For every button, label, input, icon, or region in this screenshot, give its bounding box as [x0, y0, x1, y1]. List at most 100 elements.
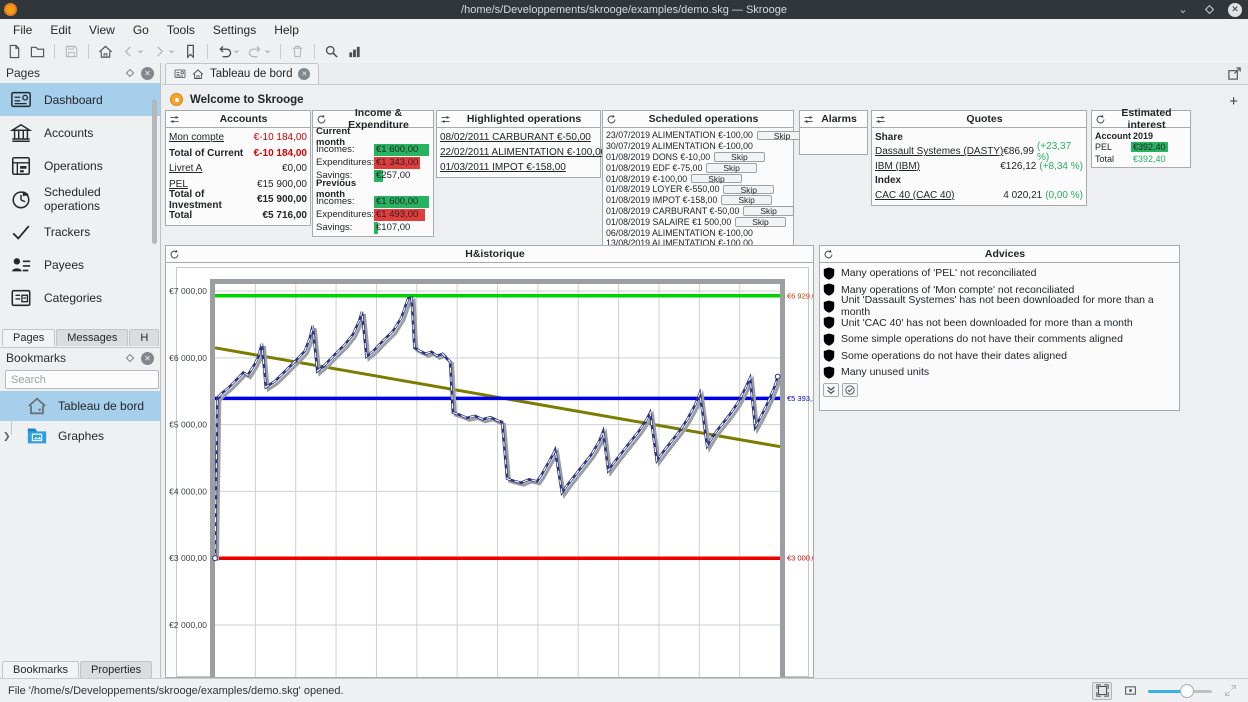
advice-item[interactable]: Unit 'CAC 40' has not been downloaded fo… [823, 315, 1176, 332]
menu-item[interactable]: Help [265, 21, 308, 39]
scheduled-text: 30/07/2019 ALIMENTATION €-100,00 [606, 141, 753, 151]
account-link[interactable]: Total of Current [169, 148, 254, 159]
sidebar-page-item[interactable]: Payees [0, 248, 160, 281]
delete-button[interactable] [287, 42, 308, 62]
home-button[interactable] [95, 42, 116, 62]
float-panel-icon[interactable] [123, 352, 136, 365]
refresh-icon[interactable] [1095, 114, 1106, 125]
skip-button[interactable]: Skip [691, 174, 742, 184]
close-panel-icon[interactable]: ✕ [141, 67, 154, 80]
bookmark-label: Tableau de bord [58, 399, 144, 413]
bookmark-item-tableau[interactable]: Tableau de bord [0, 391, 160, 421]
quote-change: (+8,34 %) [1039, 161, 1083, 172]
show-more-advices-button[interactable] [823, 383, 839, 397]
account-link[interactable]: Total [169, 210, 263, 221]
account-link[interactable]: Total of Investment [169, 189, 257, 211]
tab-tableau-de-bord[interactable]: Tableau de bord ✕ [165, 63, 319, 84]
quote-link[interactable]: IBM (IBM) [875, 161, 1000, 172]
configure-sliders-icon[interactable] [440, 114, 451, 125]
widget-title: Accounts [180, 113, 307, 125]
skip-button[interactable]: Skip [735, 217, 786, 227]
account-row: Livret A €0,00 [169, 161, 307, 177]
menu-item[interactable]: Settings [204, 21, 265, 39]
sidebar-page-item[interactable]: Dashboard [0, 83, 160, 116]
operation-link[interactable]: 08/02/2011 CARBURANT €-50,00 [440, 130, 597, 145]
menu-item[interactable]: Edit [41, 21, 80, 39]
configure-sliders-icon[interactable] [803, 114, 814, 125]
skip-button[interactable]: Skip [706, 163, 757, 173]
configure-sliders-icon[interactable] [169, 114, 180, 125]
skip-button[interactable]: Skip [743, 206, 794, 216]
quote-link[interactable]: CAC 40 (CAC 40) [875, 190, 1003, 201]
redo-button[interactable] [245, 42, 274, 62]
advice-item[interactable]: Some operations do not have their dates … [823, 348, 1176, 365]
float-panel-icon[interactable] [123, 67, 136, 80]
zoom-expand-button[interactable] [1220, 682, 1240, 700]
back-button[interactable] [118, 42, 147, 62]
configure-sliders-icon[interactable] [875, 114, 886, 125]
skip-button[interactable]: Skip [714, 152, 765, 162]
menu-item[interactable]: Tools [158, 21, 204, 39]
menu-item[interactable]: View [80, 21, 124, 39]
advices-list: Many operations of 'PEL' not reconciliat… [823, 265, 1176, 381]
operation-link[interactable]: 22/02/2011 ALIMENTATION €-100,00 [440, 145, 597, 160]
zoom-original-button[interactable] [1120, 682, 1140, 700]
close-button[interactable]: ✕ [1228, 3, 1242, 17]
detach-tab-icon[interactable] [1227, 66, 1242, 81]
page-label: Accounts [44, 126, 93, 140]
zoom-fit-button[interactable] [1092, 682, 1112, 700]
refresh-icon[interactable] [606, 114, 617, 125]
sidebar-page-item[interactable]: Categories [0, 281, 160, 314]
refresh-icon[interactable] [169, 249, 180, 260]
skip-button[interactable]: Skip [723, 185, 774, 195]
quote-link[interactable]: Dassault Systemes (DASTY) [875, 146, 1003, 157]
advice-item[interactable]: Unit 'Dassault Systemes' has not been do… [823, 298, 1176, 315]
tab-bookmarks[interactable]: Bookmarks [2, 661, 79, 678]
zoom-slider[interactable] [1148, 682, 1212, 700]
menu-item[interactable]: Go [124, 21, 158, 39]
close-panel-icon[interactable]: ✕ [141, 352, 154, 365]
forward-button[interactable] [149, 42, 178, 62]
quote-link[interactable]: Index [875, 175, 1080, 186]
open-file-button[interactable] [27, 42, 48, 62]
skip-button[interactable]: Skip [721, 195, 772, 205]
sidebar-page-item[interactable]: Scheduled operations [0, 182, 160, 215]
minimize-button[interactable]: ⌄ [1176, 3, 1190, 17]
operation-link[interactable]: 01/03/2011 IMPOT €-158,00 [440, 160, 597, 175]
undo-button[interactable] [214, 42, 243, 62]
menu-item[interactable]: File [4, 21, 41, 39]
scheduled-text: 23/07/2019 ALIMENTATION €-100,00 [606, 130, 753, 140]
svg-text:€2 000,00: €2 000,00 [169, 620, 207, 630]
expander-icon[interactable]: ❯ [3, 431, 11, 442]
refresh-icon[interactable] [316, 114, 327, 125]
refresh-icon[interactable] [823, 249, 834, 260]
sidebar-page-item[interactable]: Accounts [0, 116, 160, 149]
search-button[interactable] [321, 42, 342, 62]
tab-pages[interactable]: Pages [2, 329, 55, 346]
apply-advice-button[interactable] [842, 383, 858, 397]
scheduled-row: 01/08/2019 IMPOT €-158,00 Skip [606, 195, 790, 206]
tab-properties[interactable]: Properties [80, 661, 152, 678]
slider-handle[interactable] [1180, 684, 1194, 698]
advice-item[interactable]: Some simple operations do not have their… [823, 331, 1176, 348]
historique-canvas[interactable]: €6 929,00€5 393,14€3 000,00€7 000,00€6 0… [166, 263, 813, 677]
report-button[interactable] [344, 42, 365, 62]
sidebar-page-item[interactable]: Trackers [0, 215, 160, 248]
search-input[interactable] [5, 370, 159, 389]
bookmark-item-graphes[interactable]: ❯ Graphes [0, 421, 160, 451]
advice-item[interactable]: Many operations of 'PEL' not reconciliat… [823, 265, 1176, 282]
tab-messages[interactable]: Messages [56, 329, 128, 346]
tab-history[interactable]: H [129, 329, 159, 346]
account-link[interactable]: Livret A [169, 163, 282, 174]
advice-item[interactable]: Many unused units [823, 364, 1176, 381]
new-file-button[interactable] [4, 42, 25, 62]
save-button[interactable] [61, 42, 82, 62]
bookmark-button[interactable] [180, 42, 201, 62]
add-widget-button[interactable]: + [1229, 93, 1238, 110]
account-link[interactable]: Mon compte [169, 132, 254, 143]
maximize-button[interactable] [1202, 3, 1216, 17]
sidebar-page-item[interactable]: Operations [0, 149, 160, 182]
account-row: Total of Current €-10 184,00 [169, 146, 307, 162]
pages-scrollbar[interactable] [152, 99, 157, 244]
tab-close-icon[interactable]: ✕ [298, 68, 310, 80]
